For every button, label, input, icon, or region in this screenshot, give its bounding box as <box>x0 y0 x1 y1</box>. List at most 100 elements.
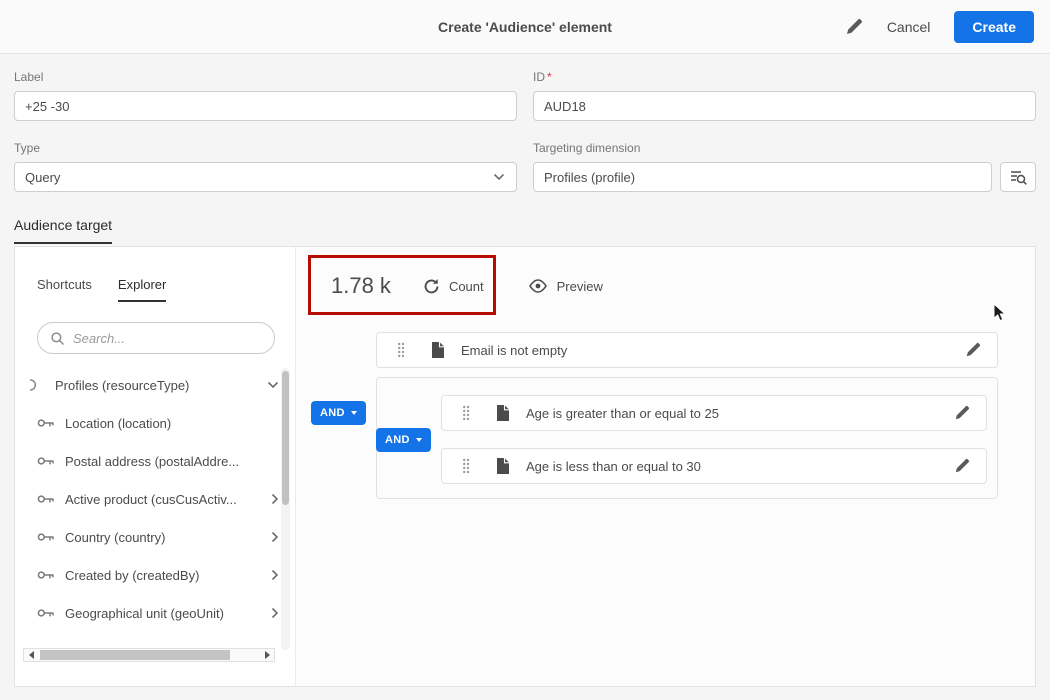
edit-condition-button[interactable] <box>954 458 970 474</box>
form: Label ID* Type Targeting dimension <box>14 54 1036 192</box>
dimension-list-search-icon <box>1009 168 1027 186</box>
clipped-resource-icon <box>29 378 37 392</box>
attribute-link-icon <box>37 455 55 467</box>
drag-handle-icon[interactable] <box>462 405 470 421</box>
attribute-link-icon <box>37 417 55 429</box>
explorer-tabs: Shortcuts Explorer <box>15 247 295 302</box>
targeting-field-group: Targeting dimension <box>533 141 1036 192</box>
edit-condition-button[interactable] <box>965 342 981 358</box>
tree-item-active-product[interactable]: Active product (cusCusActiv... <box>15 480 295 518</box>
type-field-label: Type <box>14 141 41 155</box>
operator-label: AND <box>320 407 345 419</box>
label-field-label: Label <box>14 70 44 84</box>
count-button-label: Count <box>448 278 484 294</box>
tab-audience-target[interactable]: Audience target <box>14 217 113 244</box>
pencil-icon <box>954 458 970 474</box>
tree-item-label: Country (country) <box>65 529 166 545</box>
operator-label: AND <box>385 434 410 446</box>
preview-button-label: Preview <box>556 278 603 294</box>
tree-item-country[interactable]: Country (country) <box>15 518 295 556</box>
operator-and-inner[interactable]: AND <box>376 428 431 452</box>
id-label-text: ID <box>533 70 545 84</box>
condition-group: Age is greater than or equal to 25 Age i… <box>376 377 998 499</box>
tree-item-label: Location (location) <box>65 415 172 431</box>
query-builder: 1.78 k Count Preview Email is not empty <box>297 247 1035 686</box>
refresh-icon <box>423 278 440 295</box>
condition-row-age-gte[interactable]: Age is greater than or equal to 25 <box>441 395 987 431</box>
tree-item-label: Profiles (resourceType) <box>55 377 190 393</box>
attribute-link-icon <box>37 569 55 581</box>
label-input[interactable] <box>14 91 517 121</box>
tree-item-geographical-unit[interactable]: Geographical unit (geoUnit) <box>15 594 295 632</box>
select-dimension-button[interactable] <box>1000 162 1036 192</box>
caret-down-icon <box>350 411 357 415</box>
tab-explorer[interactable]: Explorer <box>117 277 167 302</box>
edit-condition-button[interactable] <box>954 405 970 421</box>
caret-down-icon <box>415 438 422 442</box>
condition-row-email[interactable]: Email is not empty <box>376 332 998 368</box>
horizontal-scrollbar-thumb[interactable] <box>40 650 230 660</box>
condition-row-age-lte[interactable]: Age is less than or equal to 30 <box>441 448 987 484</box>
search-icon <box>50 331 65 346</box>
tree-item-label: Geographical unit (geoUnit) <box>65 605 224 621</box>
id-field-label: ID * <box>533 70 1036 84</box>
header: Create 'Audience' element Cancel Create <box>0 0 1050 54</box>
type-field-group: Type <box>14 141 517 192</box>
condition-document-icon <box>496 405 510 421</box>
drag-handle-icon[interactable] <box>462 458 470 474</box>
attribute-link-icon <box>37 531 55 543</box>
pencil-icon <box>965 342 981 358</box>
scroll-right-arrow[interactable] <box>260 649 274 661</box>
eye-icon <box>528 279 548 293</box>
required-asterisk: * <box>547 70 552 84</box>
pencil-icon <box>954 405 970 421</box>
preview-button[interactable]: Preview <box>528 279 603 294</box>
vertical-scrollbar[interactable] <box>281 368 290 650</box>
chevron-right-icon[interactable] <box>271 493 279 505</box>
explorer-panel: Shortcuts Explorer Profiles (resourceTyp… <box>15 247 296 686</box>
id-input[interactable] <box>533 91 1036 121</box>
condition-document-icon <box>496 458 510 474</box>
targeting-dimension-input[interactable] <box>533 162 992 192</box>
tree-item-label: Created by (createdBy) <box>65 567 200 583</box>
edit-button[interactable] <box>845 18 863 36</box>
condition-label: Age is less than or equal to 30 <box>526 458 701 474</box>
page-title: Create 'Audience' element <box>438 18 612 35</box>
condition-label: Age is greater than or equal to 25 <box>526 405 719 421</box>
search-input[interactable] <box>73 330 262 346</box>
label-field-group: Label <box>14 70 517 121</box>
type-select-value[interactable] <box>14 162 517 192</box>
chevron-down-icon[interactable] <box>267 381 279 389</box>
chevron-right-icon[interactable] <box>271 569 279 581</box>
attribute-link-icon <box>37 607 55 619</box>
count-value: 1.78 k <box>331 273 391 298</box>
type-select[interactable] <box>14 162 517 192</box>
chevron-right-icon[interactable] <box>271 531 279 543</box>
tree-item-postal-address[interactable]: Postal address (postalAddre... <box>15 442 295 480</box>
tree-item-profiles[interactable]: Profiles (resourceType) <box>15 366 295 404</box>
tree-item-location[interactable]: Location (location) <box>15 404 295 442</box>
scroll-left-arrow[interactable] <box>24 649 38 661</box>
resource-tree: Profiles (resourceType) Location (locati… <box>15 366 295 632</box>
section-tabs: Audience target <box>14 217 113 244</box>
pencil-icon <box>845 18 863 36</box>
condition-document-icon <box>431 342 445 358</box>
targeting-field-label: Targeting dimension <box>533 141 641 155</box>
horizontal-scrollbar[interactable] <box>23 648 275 662</box>
cancel-button[interactable]: Cancel <box>887 19 931 35</box>
tree-item-created-by[interactable]: Created by (createdBy) <box>15 556 295 594</box>
count-button[interactable]: Count <box>423 278 484 295</box>
create-audience-dialog: Create 'Audience' element Cancel Create … <box>0 0 1050 700</box>
chevron-right-icon[interactable] <box>271 607 279 619</box>
workspace-panel: Shortcuts Explorer Profiles (resourceTyp… <box>14 246 1036 687</box>
condition-label: Email is not empty <box>461 342 568 358</box>
vertical-scrollbar-thumb[interactable] <box>282 371 289 505</box>
attribute-link-icon <box>37 493 55 505</box>
create-button[interactable]: Create <box>954 11 1034 43</box>
drag-handle-icon[interactable] <box>397 342 405 358</box>
tree-item-label: Postal address (postalAddre... <box>65 453 240 469</box>
tab-shortcuts[interactable]: Shortcuts <box>37 277 92 302</box>
header-actions: Cancel Create <box>845 0 1034 54</box>
operator-and-outer[interactable]: AND <box>311 401 366 425</box>
horizontal-scrollbar-track[interactable] <box>38 649 260 661</box>
